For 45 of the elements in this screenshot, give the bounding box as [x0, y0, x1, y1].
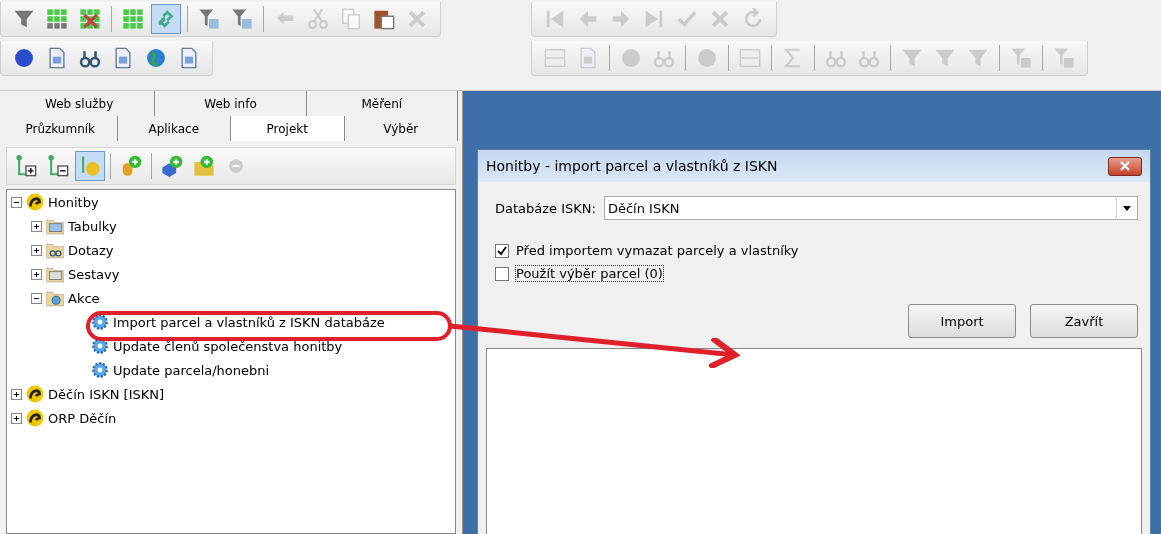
project-icon	[26, 193, 44, 211]
report-folder-icon	[46, 265, 64, 283]
expand-toggle[interactable]	[11, 388, 22, 400]
dialog-button[interactable]: Import	[908, 304, 1016, 338]
caret-icon	[1123, 205, 1131, 211]
table-folder-icon	[46, 217, 64, 235]
tree-item[interactable]: Update členů společenstva honitby	[113, 338, 343, 354]
query-folder-icon	[46, 241, 64, 259]
collapse-toggle[interactable]	[11, 196, 22, 208]
tree-item[interactable]: Dotazy	[68, 242, 114, 258]
tab[interactable]: Projekt	[231, 116, 345, 141]
dropdown-value: Děčín ISKN	[607, 200, 680, 216]
dialog-title: Honitby - import parcel a vlastníků z ISKN	[486, 158, 778, 174]
expand-toggle[interactable]	[31, 244, 42, 256]
checkbox[interactable]	[495, 243, 509, 258]
gear-icon	[91, 337, 109, 355]
expand-toggle[interactable]	[31, 220, 42, 232]
expand-toggle[interactable]	[31, 268, 42, 280]
gear-icon	[91, 313, 109, 331]
tree-item[interactable]: Tabulky	[68, 218, 117, 234]
gear-icon	[91, 361, 109, 379]
project-icon	[26, 409, 44, 427]
tree-item[interactable]: Sestavy	[68, 266, 120, 282]
tree-item[interactable]: Děčín ISKN [ISKN]	[48, 386, 165, 402]
dialog-button[interactable]: Zavřít	[1030, 304, 1138, 338]
project-icon	[26, 385, 44, 403]
tree-item[interactable]: Import parcel a vlastníků z ISKN databáze	[113, 314, 385, 330]
tree-item[interactable]: Update parcela/honebni	[113, 362, 270, 378]
close-icon	[1120, 161, 1130, 171]
tree-item[interactable]: Akce	[68, 290, 100, 306]
close-button[interactable]	[1108, 156, 1142, 176]
collapse-toggle[interactable]	[31, 292, 42, 304]
database-label: Databáze ISKN:	[495, 200, 596, 216]
database-dropdown[interactable]: Děčín ISKN	[603, 196, 1138, 220]
tree-item[interactable]: Honitby	[48, 194, 99, 210]
link-icon[interactable]	[151, 4, 181, 34]
checkbox-label: Použít výběr parcel (0)	[515, 265, 664, 282]
tree-item[interactable]: ORP Děčín	[48, 410, 117, 426]
checkbox-label: Před importem vymazat parcely a vlastníky	[515, 242, 800, 259]
tab[interactable]: Výběr	[344, 116, 458, 141]
gear-folder-icon	[46, 289, 64, 307]
tab[interactable]: Průzkumník	[4, 116, 118, 141]
expand-toggle[interactable]	[11, 412, 22, 424]
tab[interactable]: Web služby	[4, 91, 156, 116]
checkbox[interactable]	[495, 266, 509, 281]
